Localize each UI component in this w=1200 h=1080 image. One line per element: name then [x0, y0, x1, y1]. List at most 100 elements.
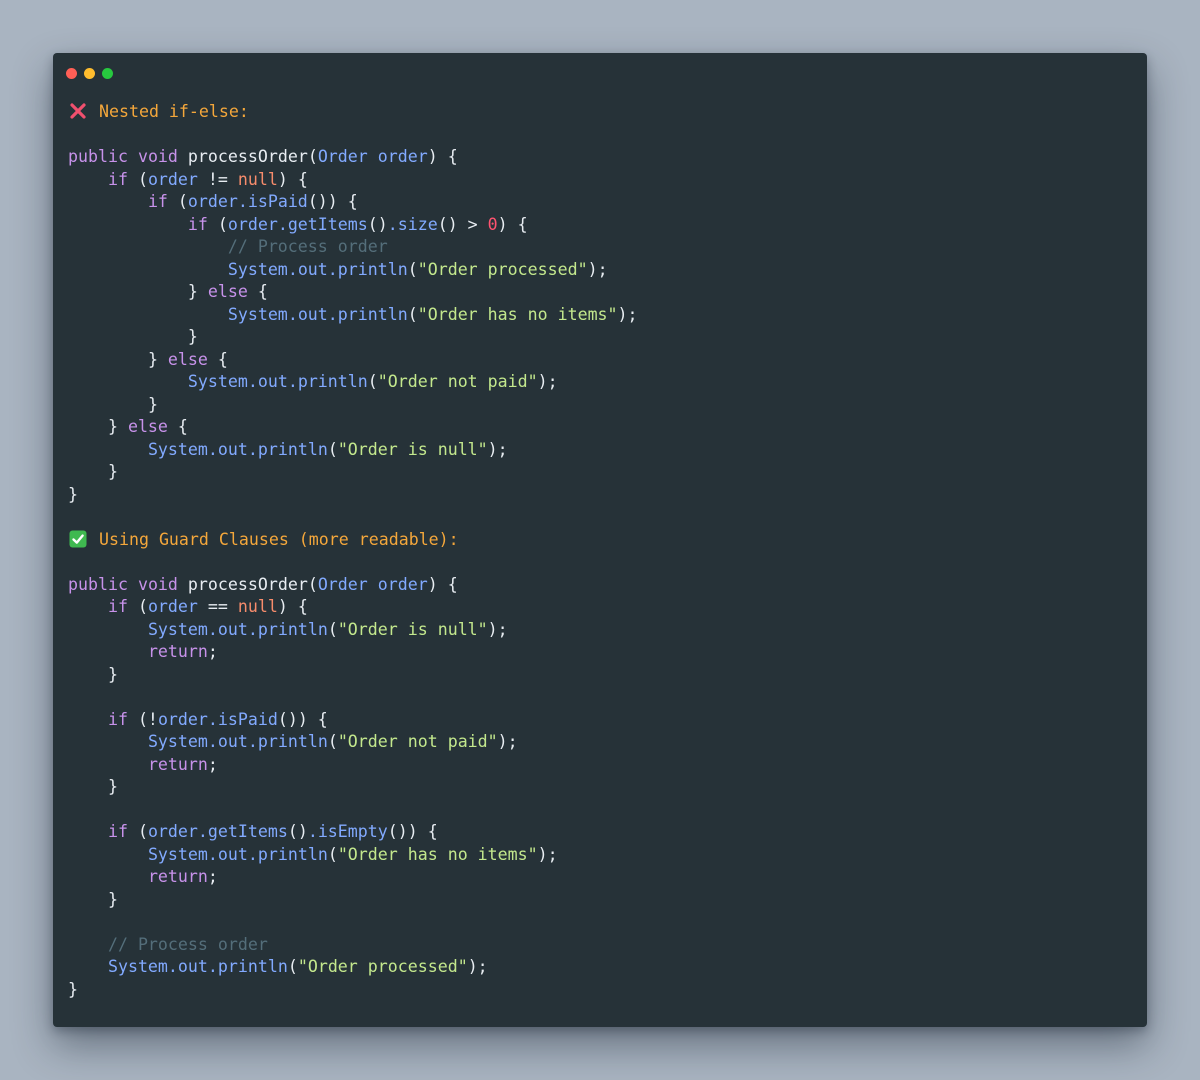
code-token: (	[307, 147, 318, 166]
code-line: public void processOrder(Order order) {	[68, 146, 638, 169]
code-token: }	[107, 664, 118, 684]
code-token: order	[147, 822, 198, 841]
code-token: // Process order	[107, 934, 268, 954]
code-token: Order	[317, 147, 368, 166]
code-token: .	[167, 957, 178, 976]
code-token: );	[587, 259, 608, 279]
code-token: );	[487, 439, 508, 459]
code-token: .	[287, 304, 298, 324]
code-token: }	[107, 417, 128, 436]
code-token: processOrder	[187, 574, 308, 594]
maximize-button[interactable]	[102, 68, 113, 79]
code-line: }	[68, 889, 638, 912]
code-token: Order	[317, 574, 368, 594]
code-token: System	[227, 259, 288, 279]
cross-mark-icon	[70, 103, 86, 119]
code-token: }	[107, 462, 118, 481]
code-token: .	[327, 259, 338, 279]
code-token: "Order not paid"	[337, 732, 498, 751]
code-token: println	[257, 439, 328, 459]
code-token: (	[327, 844, 338, 864]
section-heading-text: Nested if-else:	[99, 102, 249, 121]
code-token: ) {	[277, 597, 308, 616]
code-token: "Order is null"	[337, 619, 488, 639]
code-token: ;	[207, 867, 218, 886]
code-token: else	[127, 417, 168, 436]
close-button[interactable]	[66, 68, 77, 79]
code-token: );	[497, 732, 518, 751]
code-token: "Order has no items"	[337, 844, 538, 864]
code-token: }	[107, 777, 118, 796]
code-token: {	[207, 349, 228, 369]
code-token: getItems	[287, 214, 368, 234]
code-token: (	[287, 957, 298, 976]
code-token: .	[207, 957, 218, 976]
code-line: System.out.println("Order not paid");	[68, 731, 638, 754]
code-token: }	[68, 484, 78, 504]
code-token: isPaid	[217, 709, 278, 729]
code-line: } else {	[68, 416, 638, 439]
code-line: System.out.println("Order is null");	[68, 619, 638, 642]
code-token: println	[337, 259, 408, 279]
code-token: out	[217, 439, 248, 459]
code-token: (	[327, 439, 338, 459]
section-heading: Nested if-else:	[68, 101, 638, 124]
code-line: public void processOrder(Order order) {	[68, 574, 638, 597]
code-token: System	[227, 304, 288, 324]
code-token: ) {	[427, 574, 458, 594]
code-token: }	[107, 889, 118, 909]
code-line: System.out.println("Order has no items")…	[68, 844, 638, 867]
code-token: isEmpty	[317, 822, 388, 841]
minimize-button[interactable]	[84, 68, 95, 79]
code-token: ) {	[427, 147, 458, 166]
code-token: );	[537, 844, 558, 864]
code-token: order	[157, 709, 208, 729]
code-line: if (order == null) {	[68, 596, 638, 619]
code-token: ;	[207, 754, 218, 774]
window-controls	[66, 68, 113, 79]
code-token: if	[147, 192, 168, 211]
code-token: println	[337, 304, 408, 324]
code-token: if	[107, 709, 128, 729]
code-line: System.out.println("Order not paid");	[68, 371, 638, 394]
code-token: }	[147, 394, 158, 414]
code-line: System.out.println("Order processed");	[68, 956, 638, 979]
code-token: "Order has no items"	[417, 304, 618, 324]
code-token: void	[137, 574, 178, 594]
code-token: ()	[287, 822, 308, 841]
code-token: "Order is null"	[337, 439, 488, 459]
code-token: isPaid	[247, 192, 308, 211]
code-block: Nested if-else: public void processOrder…	[68, 101, 638, 1001]
code-token: out	[297, 259, 328, 279]
code-token: .	[327, 304, 338, 324]
code-token: order	[227, 214, 278, 234]
code-token: .	[247, 619, 258, 639]
code-line: }	[68, 979, 638, 1002]
code-token: .	[237, 192, 248, 211]
code-token: .	[307, 822, 318, 841]
code-token: out	[297, 304, 328, 324]
